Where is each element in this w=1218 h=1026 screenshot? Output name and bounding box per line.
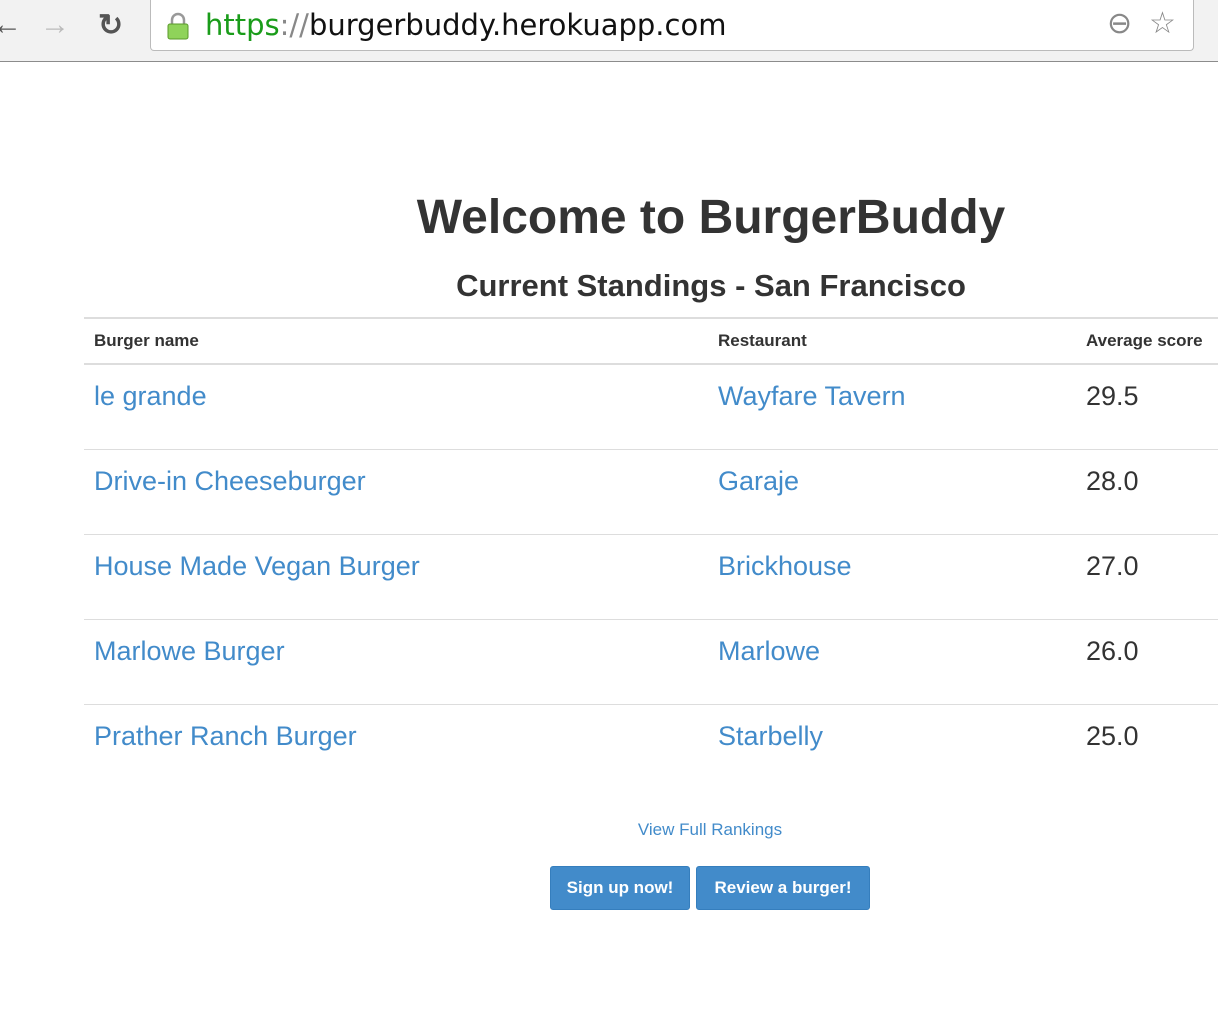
burger-link[interactable]: Drive-in Cheeseburger: [94, 466, 366, 496]
forward-icon[interactable]: →: [40, 8, 70, 42]
page-subtitle: Current Standings - San Francisco: [456, 268, 966, 303]
restaurant-link[interactable]: Wayfare Tavern: [718, 381, 906, 411]
restaurant-cell: Marlowe: [708, 619, 1076, 705]
standings-table: Burger name Restaurant Average score le …: [84, 317, 1218, 789]
restaurant-link[interactable]: Marlowe: [718, 636, 820, 666]
burger-link[interactable]: Marlowe Burger: [94, 636, 285, 666]
restaurant-cell: Wayfare Tavern: [708, 364, 1076, 450]
table-header: Burger name Restaurant Average score: [84, 317, 1218, 365]
table-row: Marlowe Burger Marlowe 26.0: [84, 619, 1218, 705]
score-cell: 25.0: [1086, 720, 1139, 751]
header-restaurant: Restaurant: [708, 317, 1076, 365]
score-cell: 28.0: [1076, 449, 1218, 535]
table-row: le grande Wayfare Tavern 29.5: [84, 364, 1218, 450]
restaurant-cell: Starbelly: [708, 704, 1076, 789]
table-row: Drive-in Cheeseburger Garaje 28.0: [84, 449, 1218, 535]
star-icon[interactable]: ☆: [1149, 6, 1176, 41]
restaurant-cell: Garaje: [708, 449, 1076, 535]
restaurant-cell: Brickhouse: [708, 534, 1076, 620]
review-burger-button[interactable]: Review a burger!: [696, 866, 870, 910]
reload-icon[interactable]: ↻: [98, 8, 123, 43]
burger-cell: Drive-in Cheeseburger: [84, 449, 708, 535]
url-text[interactable]: https://burgerbuddy.herokuapp.com: [205, 8, 726, 42]
burger-cell: House Made Vegan Burger: [84, 534, 708, 620]
table-row: Prather Ranch Burger Starbelly 25.0: [84, 704, 1218, 789]
restaurant-link[interactable]: Brickhouse: [718, 551, 852, 581]
burger-link[interactable]: le grande: [94, 381, 207, 411]
score-cell: 27.0: [1076, 534, 1218, 620]
lock-icon: [167, 12, 189, 40]
sign-up-button[interactable]: Sign up now!: [550, 866, 690, 910]
browser-toolbar: ← → ↻ https://burgerbuddy.herokuapp.com …: [0, 0, 1218, 62]
header-score: Average score: [1076, 317, 1218, 365]
page-title: Welcome to BurgerBuddy: [416, 191, 1006, 244]
zoom-icon[interactable]: ⊖: [1107, 6, 1132, 41]
score-cell: 29.5: [1076, 364, 1218, 450]
address-bar[interactable]: https://burgerbuddy.herokuapp.com ⊖ ☆: [150, 0, 1194, 51]
burger-link[interactable]: House Made Vegan Burger: [94, 551, 420, 581]
view-full-rankings-link[interactable]: View Full Rankings: [638, 820, 782, 839]
restaurant-link[interactable]: Garaje: [718, 466, 799, 496]
table-row: House Made Vegan Burger Brickhouse 27.0: [84, 534, 1218, 620]
header-burger: Burger name: [84, 317, 708, 365]
burger-cell: Marlowe Burger: [84, 619, 708, 705]
burger-link[interactable]: Prather Ranch Burger: [94, 721, 357, 751]
burger-cell: Prather Ranch Burger: [84, 704, 708, 789]
back-icon[interactable]: ←: [0, 8, 22, 42]
score-cell: 26.0: [1076, 619, 1218, 705]
burger-cell: le grande: [84, 364, 708, 450]
restaurant-link[interactable]: Starbelly: [718, 721, 823, 751]
